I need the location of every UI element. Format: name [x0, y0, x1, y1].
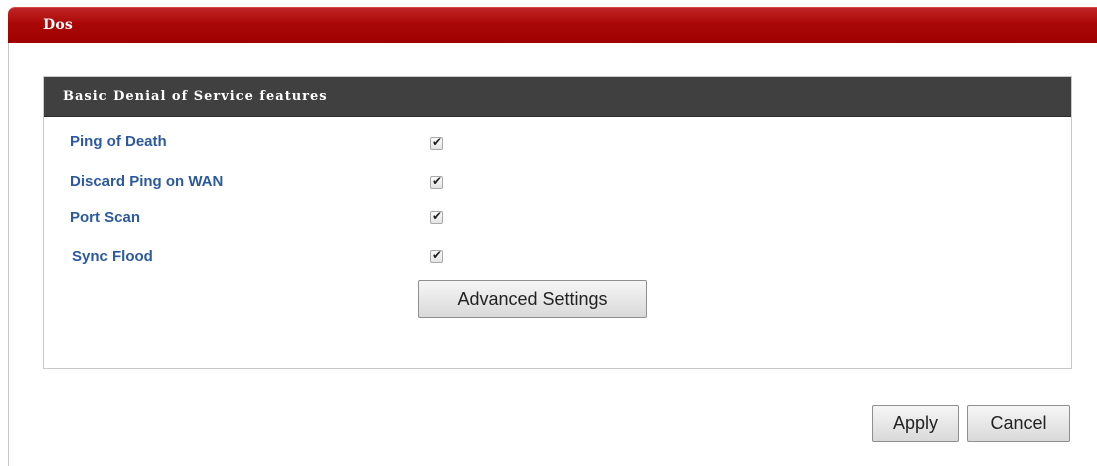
panel-title: Basic Denial of Service features [63, 89, 328, 104]
port-scan-label: Port Scan [70, 209, 141, 226]
left-border [8, 40, 9, 466]
discard-ping-on-wan-checkbox[interactable]: ✔ [430, 174, 443, 189]
sync-flood-checkbox[interactable]: ✔ [430, 248, 443, 263]
port-scan-checkbox[interactable]: ✔ [430, 209, 443, 224]
ping-of-death-checkbox[interactable]: ✔ [430, 135, 443, 150]
page-title: Dos [43, 17, 73, 33]
sync-flood-label: Sync Flood [72, 248, 153, 265]
discard-ping-on-wan-label: Discard Ping on WAN [70, 173, 224, 190]
cancel-button[interactable]: Cancel [967, 405, 1070, 442]
apply-button[interactable]: Apply [872, 405, 959, 442]
checkmark-icon: ✔ [431, 209, 443, 223]
checkmark-icon: ✔ [431, 135, 443, 149]
panel-header: Basic Denial of Service features [44, 77, 1071, 117]
dos-features-panel: Basic Denial of Service features Ping of… [43, 76, 1072, 369]
ping-of-death-label: Ping of Death [70, 133, 167, 150]
dos-settings-page: Dos Basic Denial of Service features Pin… [0, 0, 1097, 466]
checkmark-icon: ✔ [431, 174, 443, 188]
checkmark-icon: ✔ [431, 248, 443, 262]
advanced-settings-button[interactable]: Advanced Settings [418, 280, 647, 318]
title-bar: Dos [8, 7, 1097, 43]
